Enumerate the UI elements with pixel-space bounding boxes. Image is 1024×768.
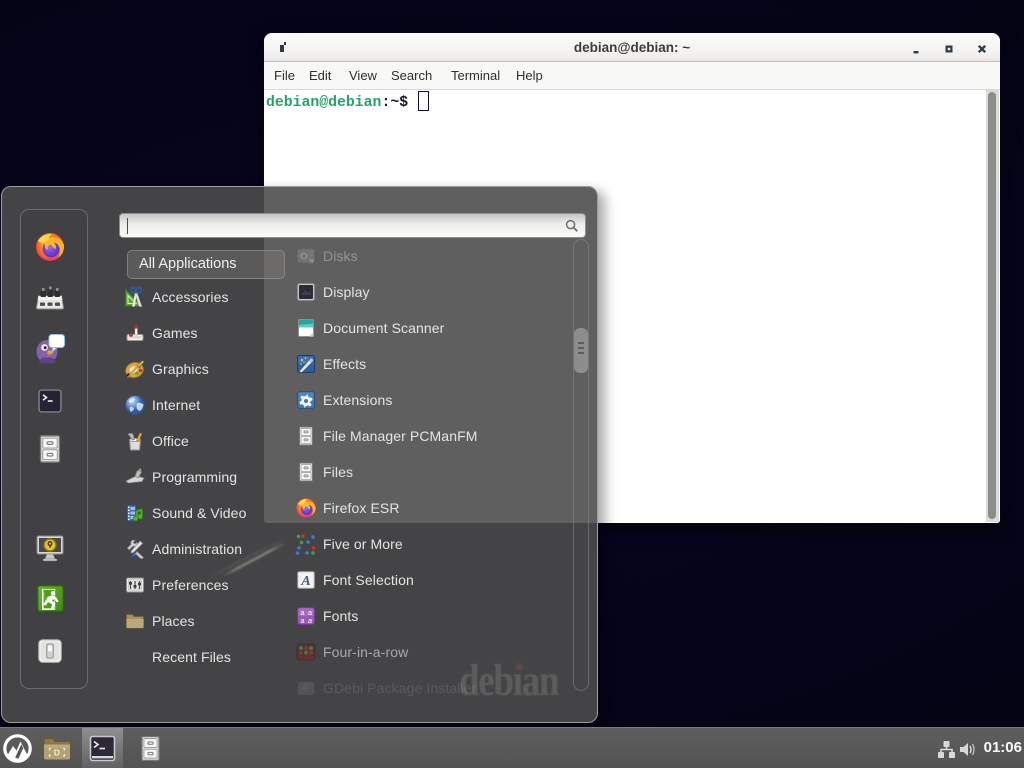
svg-text:A: A bbox=[300, 574, 310, 589]
svg-text:D: D bbox=[54, 748, 60, 758]
svg-text:a: a bbox=[308, 616, 312, 625]
